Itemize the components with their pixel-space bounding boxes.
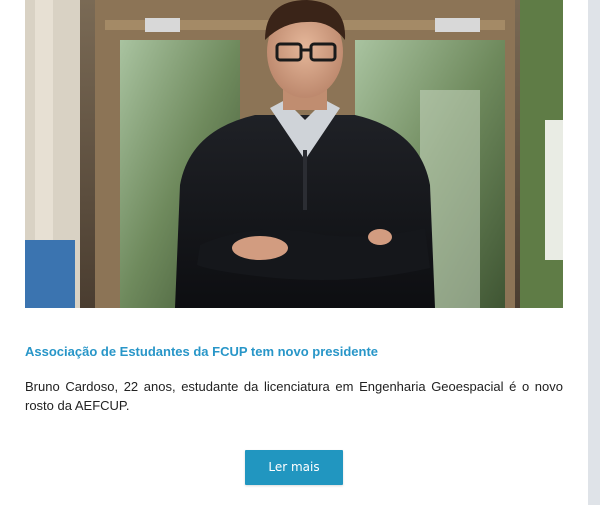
news-card: Associação de Estudantes da FCUP tem nov… [25,0,563,485]
article-summary: Bruno Cardoso, 22 anos, estudante da lic… [25,379,563,413]
page: Associação de Estudantes da FCUP tem nov… [0,0,600,505]
article-photo [25,0,563,308]
scrollbar-track[interactable] [588,0,600,505]
button-container: Ler mais [25,450,563,485]
article-title[interactable]: Associação de Estudantes da FCUP tem nov… [25,344,563,360]
read-more-button[interactable]: Ler mais [245,450,343,485]
